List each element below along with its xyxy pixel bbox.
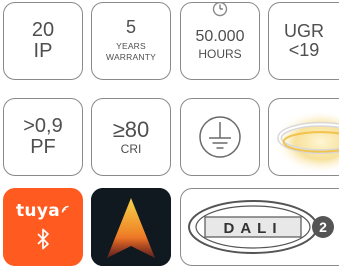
cri-value: ≥80 bbox=[112, 117, 150, 143]
ring-light-tile bbox=[268, 98, 339, 176]
ring-light-icon bbox=[273, 112, 339, 172]
app-logo-icon bbox=[91, 188, 171, 266]
dali2-tile: DALI 2 bbox=[180, 188, 339, 266]
protection-class-tile bbox=[180, 98, 260, 176]
clock-icon bbox=[212, 3, 228, 17]
warranty-label: WARRANTY bbox=[106, 52, 156, 63]
dali-version-text: 2 bbox=[319, 219, 327, 235]
ip-value: 20 bbox=[31, 19, 55, 41]
tuya-logo-text: tuya bbox=[16, 200, 60, 221]
lifetime-hours-tile: 50.000 HOURS bbox=[180, 2, 260, 80]
bluetooth-icon bbox=[37, 229, 49, 250]
dali-logo-text: DALI bbox=[224, 220, 283, 237]
pf-value: >0,9 bbox=[23, 115, 63, 137]
cri-label: CRI bbox=[120, 142, 142, 157]
ground-symbol-icon bbox=[199, 116, 241, 158]
hours-value: 50.000 bbox=[195, 28, 245, 46]
hours-label: HOURS bbox=[198, 47, 242, 62]
ip-rating-tile: 20 IP bbox=[3, 2, 83, 80]
ugr-tile: UGR <19 bbox=[268, 2, 339, 80]
pf-label: PF bbox=[30, 136, 56, 158]
power-factor-tile: >0,9 PF bbox=[3, 98, 83, 176]
app-logo-tile bbox=[91, 188, 171, 266]
dali2-logo: DALI 2 bbox=[188, 200, 334, 254]
warranty-tile: 5 YEARS WARRANTY bbox=[91, 2, 171, 80]
ugr-value: <19 bbox=[288, 40, 320, 60]
tuya-app-tile: tuya bbox=[3, 188, 83, 266]
warranty-years-label: YEARS bbox=[116, 40, 146, 51]
tuya-signal-icon bbox=[61, 205, 69, 213]
cri-tile: ≥80 CRI bbox=[91, 98, 171, 176]
ip-label: IP bbox=[33, 40, 53, 62]
ugr-label: UGR bbox=[284, 21, 324, 42]
warranty-years-value: 5 bbox=[125, 17, 136, 38]
